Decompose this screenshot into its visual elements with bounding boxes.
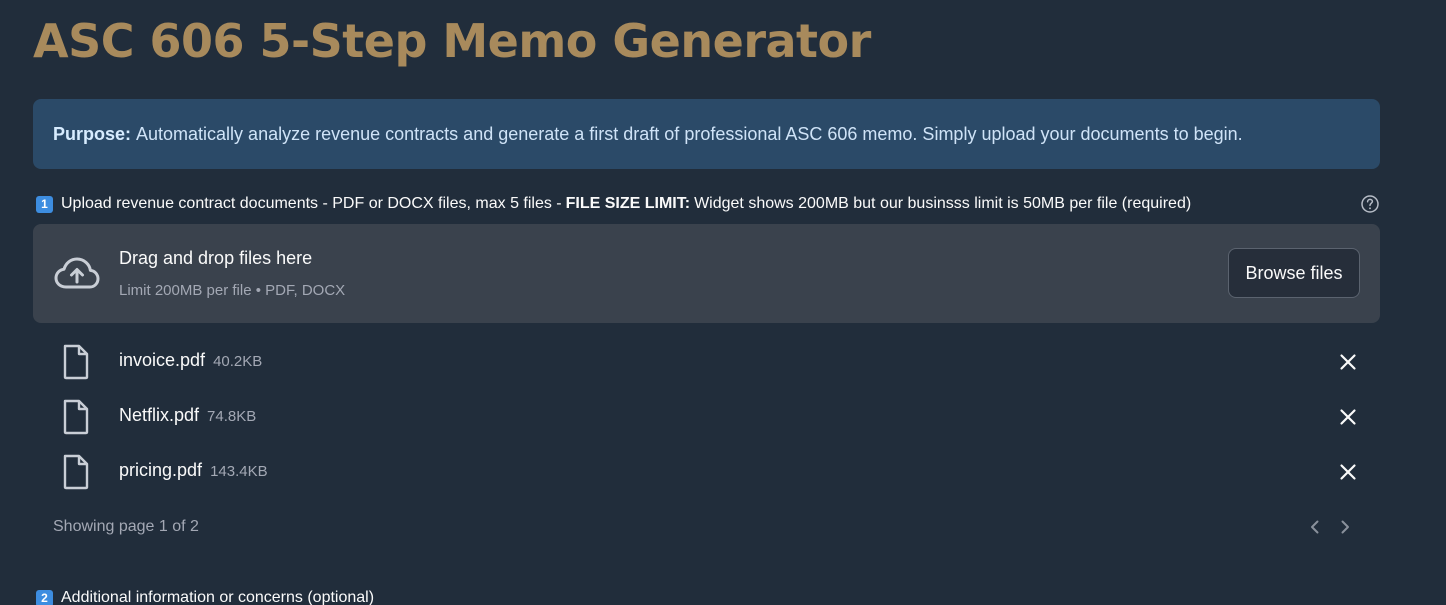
purpose-info-box: Purpose: Automatically analyze revenue c… (33, 99, 1380, 169)
file-size: 74.8KB (207, 408, 257, 425)
close-icon[interactable] (1338, 407, 1358, 427)
cloud-upload-icon (54, 257, 100, 289)
keycap-two-icon: 2 (36, 589, 53, 605)
upload-label-text: Upload revenue contract documents - PDF … (61, 195, 562, 212)
close-icon[interactable] (1338, 352, 1358, 372)
dropzone-title: Drag and drop files here (119, 248, 313, 268)
file-icon (63, 344, 89, 380)
purpose-label: Purpose: (53, 123, 132, 144)
file-icon (63, 399, 89, 435)
file-icon (63, 454, 89, 490)
file-dropzone[interactable]: Drag and drop files here Limit 200MB per… (33, 224, 1380, 323)
file-name: invoice.pdf (119, 350, 206, 370)
pagination-status: Showing page 1 of 2 (53, 518, 199, 535)
purpose-text: Automatically analyze revenue contracts … (136, 123, 1243, 144)
file-name: Netflix.pdf (119, 405, 200, 425)
file-name: pricing.pdf (119, 460, 203, 480)
file-size: 143.4KB (210, 463, 268, 480)
close-icon[interactable] (1338, 462, 1358, 482)
page-title: ASC 606 5-Step Memo Generator (33, 14, 871, 68)
chevron-right-icon[interactable] (1335, 517, 1355, 537)
file-item: Netflix.pdf 74.8KB (33, 397, 1380, 437)
additional-info-label-text: Additional information or concerns (opti… (61, 589, 375, 605)
question-circle-icon[interactable] (1360, 194, 1380, 214)
upload-field-label: 1 Upload revenue contract documents - PD… (36, 193, 1380, 215)
keycap-one-icon: 1 (36, 195, 53, 213)
file-item: pricing.pdf 143.4KB (33, 452, 1380, 492)
chevron-left-icon[interactable] (1305, 517, 1325, 537)
file-size: 40.2KB (213, 353, 263, 370)
upload-label-text-after: Widget shows 200MB but our businsss limi… (694, 195, 1192, 212)
browse-files-button[interactable]: Browse files (1228, 248, 1360, 298)
dropzone-subtitle: Limit 200MB per file • PDF, DOCX (119, 282, 346, 299)
upload-label-bold: FILE SIZE LIMIT: (565, 195, 691, 212)
app-page: ASC 606 5-Step Memo Generator Purpose: A… (0, 0, 1446, 605)
additional-info-label: 2 Additional information or concerns (op… (36, 587, 374, 605)
file-item: invoice.pdf 40.2KB (33, 342, 1380, 382)
